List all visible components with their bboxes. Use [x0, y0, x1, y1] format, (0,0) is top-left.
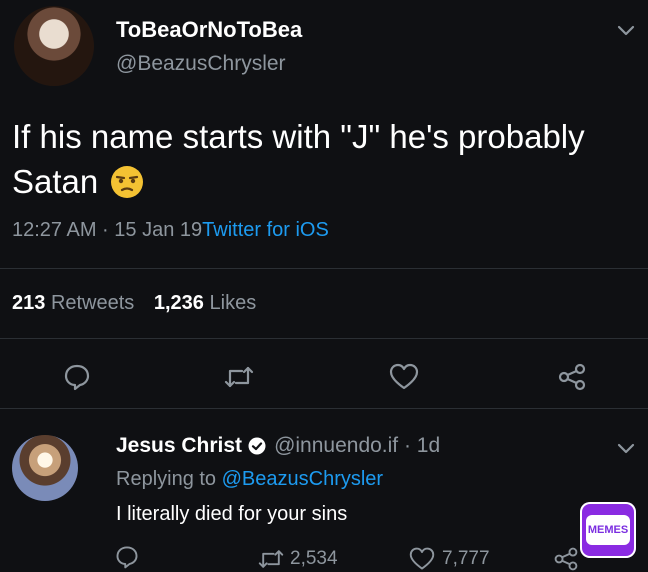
replying-to-handle[interactable]: @BeazusChrysler	[222, 468, 383, 490]
reply-like-action[interactable]: 7,777	[408, 546, 490, 572]
tweet-timestamp[interactable]: 12:27 AM · 15 Jan 19	[12, 219, 202, 241]
likes-label: Likes	[209, 292, 257, 314]
verified-badge-icon	[248, 437, 266, 455]
divider-1	[0, 268, 648, 269]
reply-text: I literally died for your sins	[116, 503, 348, 525]
reply-retweet-icon	[256, 546, 286, 572]
retweets-count: 213	[12, 292, 46, 314]
memes-watermark-label: MEMES	[586, 515, 630, 545]
memes-watermark-logo: MEMES	[580, 502, 636, 558]
unamused-face-emoji-icon	[110, 165, 144, 199]
tweet-text-line-1: If his name starts with "J" he's probabl…	[12, 118, 585, 155]
divider-3	[0, 408, 648, 409]
likes-stat[interactable]: 1,236 Likes	[154, 292, 256, 314]
reply-retweet-action[interactable]: 2,534	[256, 546, 338, 572]
chevron-down-icon[interactable]	[616, 24, 636, 38]
reply-retweets-count: 2,534	[290, 548, 338, 569]
reply-handle-time[interactable]: @innuendo.if · 1d	[274, 434, 440, 458]
reply-icon[interactable]	[62, 362, 92, 392]
reply-like-heart-icon	[408, 546, 436, 572]
share-icon[interactable]	[556, 362, 588, 392]
tweet-text-line-2: Satan	[12, 163, 144, 201]
reply-header: Jesus Christ @innuendo.if · 1d	[116, 434, 440, 458]
retweet-icon[interactable]	[222, 362, 256, 392]
reply-display-name[interactable]: Jesus Christ	[116, 434, 242, 458]
tweet-source-link[interactable]: Twitter for iOS	[202, 219, 329, 241]
retweet-stat[interactable]: 213 Retweets	[12, 292, 140, 314]
tweet-stats: 213 Retweets 1,236 Likes	[12, 292, 256, 315]
divider-2	[0, 338, 648, 339]
author-avatar[interactable]	[14, 6, 94, 86]
tweet-text-satan: Satan	[12, 163, 99, 200]
tweet-meta: 12:27 AM · 15 Jan 19Twitter for iOS	[12, 219, 329, 242]
reply-reply-icon[interactable]	[114, 544, 140, 570]
author-display-name[interactable]: ToBeaOrNoToBea	[116, 17, 302, 43]
reply-share-icon[interactable]	[552, 546, 580, 572]
retweets-label: Retweets	[50, 292, 135, 314]
author-handle[interactable]: @BeazusChrysler	[116, 52, 286, 76]
like-heart-icon[interactable]	[388, 362, 420, 392]
replying-to: Replying to @BeazusChrysler	[116, 468, 383, 491]
reply-likes-count: 7,777	[442, 548, 490, 569]
likes-count: 1,236	[153, 292, 204, 314]
reply-chevron-down-icon[interactable]	[616, 442, 636, 456]
reply-author-avatar[interactable]	[12, 435, 78, 501]
replying-to-prefix: Replying to	[116, 468, 217, 490]
